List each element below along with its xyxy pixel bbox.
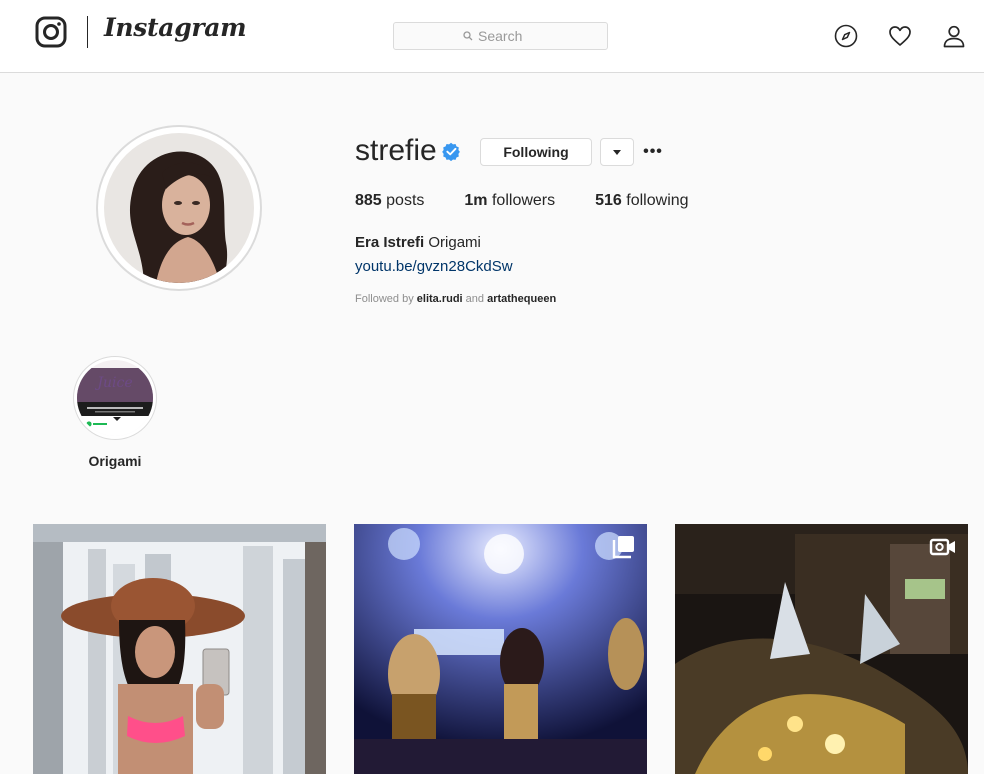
instagram-camera-icon[interactable]	[35, 16, 67, 48]
post-thumbnail[interactable]	[33, 524, 326, 774]
caret-down-icon	[613, 149, 621, 155]
top-navigation-bar: Instagram	[0, 0, 984, 73]
following-button[interactable]: Following	[480, 138, 592, 166]
search-input[interactable]	[478, 28, 538, 44]
highlight-label: Origami	[88, 453, 142, 469]
highlight-cover[interactable]: Juice	[77, 360, 153, 436]
instagram-wordmark[interactable]: Instagram	[104, 13, 247, 42]
post-thumbnail[interactable]	[354, 524, 647, 774]
post-thumbnail[interactable]	[675, 524, 968, 774]
following-link[interactable]: 516 following	[595, 192, 688, 210]
profile-picture[interactable]	[104, 133, 254, 283]
person-icon[interactable]	[942, 24, 966, 48]
video-camera-icon	[929, 538, 955, 556]
bio-link[interactable]: youtu.be/gvzn28CkdSw	[355, 258, 513, 275]
profile-bio: Era Istrefi Origami	[355, 234, 481, 251]
suggested-accounts-dropdown-button[interactable]	[600, 138, 634, 166]
profile-full-name: Era Istrefi	[355, 234, 425, 251]
more-options-button[interactable]: •••	[641, 143, 665, 161]
profile-username: strefie	[355, 134, 437, 167]
followed-by-and: and	[465, 293, 485, 305]
heart-icon[interactable]	[888, 24, 912, 48]
search-icon	[463, 31, 473, 41]
mutual-follower-link[interactable]: artathequeen	[487, 293, 556, 305]
profile-stats: 885 posts 1m followers 516 following	[355, 192, 729, 210]
logo-divider	[87, 16, 88, 48]
highlight-cover-script: Juice	[94, 375, 132, 391]
mutual-follower-link[interactable]: elita.rudi	[417, 293, 463, 305]
profile-bio-text: Origami	[428, 234, 481, 251]
followed-by-prefix: Followed by	[355, 293, 414, 305]
followers-link[interactable]: 1m followers	[464, 192, 555, 210]
multiple-photos-icon	[612, 536, 634, 559]
stat-label: followers	[491, 192, 556, 209]
verified-badge-icon	[442, 142, 460, 161]
posts-count: 885 posts	[355, 192, 424, 210]
stat-value: 1m	[464, 192, 488, 209]
followed-by-text: Followed by elita.rudi and artathequeen	[355, 293, 556, 305]
stat-label: following	[626, 192, 689, 209]
compass-icon[interactable]	[834, 24, 858, 48]
stat-value: 516	[595, 192, 622, 209]
stat-value: 885	[355, 192, 382, 209]
search-box[interactable]	[393, 22, 608, 50]
stat-label: posts	[386, 192, 425, 209]
